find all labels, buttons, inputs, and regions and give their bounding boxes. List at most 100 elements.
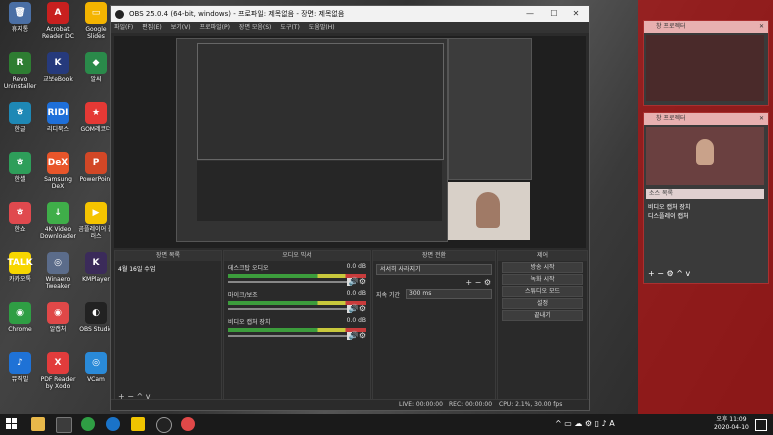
channel-db: 0.0 dB — [346, 263, 366, 270]
app-icon: ◎ — [47, 252, 69, 274]
projector-window-2-title: 창 프로젝터 ✕ — [644, 113, 768, 125]
desktop-icon-label: 카카오톡 — [8, 276, 32, 283]
desktop-icon[interactable]: ㅎ 한셀 — [2, 152, 38, 183]
desktop-icon-label: Revo Uninstaller — [3, 76, 37, 90]
cpu-usage: CPU: 2.1%, 30.00 fps — [499, 401, 563, 408]
controls-panel: 제어 방송 시작 녹화 시작 스튜디오 모드 설정 끝내기 — [497, 250, 588, 404]
desktop-icon-label: 리디북스 — [46, 126, 70, 133]
menu-item[interactable]: 장면 모음(S) — [239, 22, 271, 33]
menu-item[interactable]: 도구(T) — [280, 22, 299, 33]
desktop-icon[interactable]: TALK 카카오톡 — [2, 252, 38, 283]
desktop-icon[interactable]: K 교보eBook — [40, 52, 76, 83]
app-icon: X — [47, 352, 69, 374]
desktop-icon-label: 곰플레이어 플러스 — [78, 226, 114, 240]
desktop-icon[interactable]: R Revo Uninstaller — [2, 52, 38, 90]
desktop-icon[interactable]: ↓ 4K Video Downloader — [40, 202, 76, 240]
notification-icon[interactable] — [755, 419, 767, 431]
control-button[interactable]: 설정 — [502, 298, 583, 309]
app-icon: ㅎ — [9, 152, 31, 174]
projector-window-1[interactable]: 창 프로젝터 ✕ — [643, 20, 769, 106]
source-item[interactable]: 디스플레이 캡처 — [648, 211, 689, 220]
desktop-icon[interactable]: ◎ VCam — [78, 352, 114, 383]
obs-taskbar-icon[interactable] — [156, 417, 172, 433]
transition-select[interactable]: 서서히 사라지기 — [376, 264, 492, 275]
desktop-icon[interactable]: ▭ Google Slides — [78, 2, 114, 40]
speaker-icon[interactable]: 🔊⚙ — [349, 331, 366, 340]
scenes-panel-title: 장면 목록 — [115, 251, 221, 261]
desktop-icon[interactable]: 🗑 휴지통 — [2, 2, 38, 33]
menu-item[interactable]: 편집(E) — [142, 22, 162, 33]
audio-mixer-title: 오디오 믹서 — [224, 251, 370, 261]
desktop-icon[interactable]: ◉ Chrome — [2, 302, 38, 333]
close-icon[interactable]: ✕ — [759, 113, 764, 125]
mixer-channels: 데스크탑 오디오 0.0 dB 🔊⚙ 마이크/보조 0.0 dB 🔊⚙ 비디오 캡처 장… — [224, 261, 370, 342]
duration-input[interactable]: 300 ms — [406, 289, 492, 299]
maximize-icon[interactable]: ☐ — [543, 6, 565, 22]
desktop-icon-label: 휴지통 — [11, 26, 29, 33]
desktop-icon[interactable]: ◆ 알씨 — [78, 52, 114, 83]
volume-slider[interactable] — [228, 305, 352, 313]
desktop-icon[interactable]: ㅎ 한쇼 — [2, 202, 38, 233]
controls-title: 제어 — [498, 251, 587, 261]
source-item[interactable]: 비디오 캡처 장치 — [648, 202, 690, 211]
control-button[interactable]: 방송 시작 — [502, 262, 583, 273]
notes-icon[interactable] — [131, 417, 145, 431]
desktop-icon[interactable]: DeX Samsung DeX — [40, 152, 76, 190]
volume-slider[interactable] — [228, 332, 352, 340]
desktop-icon[interactable]: ★ GOM레코더 — [78, 102, 114, 133]
desktop-icon[interactable]: RIDI 리디북스 — [40, 102, 76, 133]
desktop-icon[interactable]: ◎ Winaero Tweaker — [40, 252, 76, 290]
scene-item[interactable]: 4월 16일 수업 — [115, 261, 221, 276]
desktop-icon-label: Google Slides — [85, 26, 107, 40]
transitions-title: 장면 전환 — [373, 251, 495, 261]
menu-item[interactable]: 도움말(H) — [309, 22, 335, 33]
desktop-icon[interactable]: K KMPlayer — [78, 252, 114, 283]
clock[interactable]: 오후 11:09 2020-04-10 — [714, 416, 749, 432]
volume-meter — [228, 274, 366, 278]
app-icon: 🗑 — [9, 2, 31, 24]
capture-taskbar-icon[interactable] — [181, 417, 195, 431]
minimize-icon[interactable]: — — [519, 6, 541, 22]
desktop-icon[interactable]: P PowerPoint — [78, 152, 114, 183]
app-icon: ◉ — [47, 302, 69, 324]
speaker-icon[interactable]: 🔊⚙ — [349, 304, 366, 313]
file-explorer-icon[interactable] — [31, 417, 45, 431]
desktop-icon[interactable]: ◐ OBS Studio — [78, 302, 114, 333]
desktop-icon[interactable]: ♪ 뮤직빌 — [2, 352, 38, 383]
mixer-channel: 마이크/보조 0.0 dB 🔊⚙ — [224, 288, 370, 315]
store-icon[interactable] — [56, 417, 72, 433]
windows-start-icon[interactable] — [6, 418, 18, 430]
control-button[interactable]: 녹화 시작 — [502, 274, 583, 285]
edge-icon[interactable] — [106, 417, 120, 431]
transition-toolbar[interactable]: + − ⚙ — [373, 278, 495, 287]
desktop-icon[interactable]: A Acrobat Reader DC — [40, 2, 76, 40]
obs-logo-icon — [115, 10, 124, 19]
volume-slider[interactable] — [228, 278, 352, 286]
desktop-icon-label: PDF Reader by Xodo — [40, 376, 76, 390]
person-figure — [696, 139, 714, 165]
tray-icons[interactable]: ^ ▭ ☁ ⚙ ▯ ♪ A — [555, 419, 615, 428]
close-icon[interactable]: ✕ — [565, 6, 587, 22]
app-icon: ◉ — [9, 302, 31, 324]
chrome-icon[interactable] — [81, 417, 95, 431]
desktop-icon[interactable]: ㅎ 한글 — [2, 102, 38, 133]
app-icon: ▭ — [85, 2, 107, 24]
desktop-icon[interactable]: ▶ 곰플레이어 플러스 — [78, 202, 114, 240]
menu-item[interactable]: 보기(V) — [171, 22, 191, 33]
speaker-icon[interactable]: 🔊⚙ — [349, 277, 366, 286]
menu-item[interactable]: 파일(F) — [114, 22, 133, 33]
webcam-preview — [646, 127, 764, 185]
preview-canvas[interactable] — [114, 36, 586, 248]
close-icon[interactable]: ✕ — [759, 21, 764, 33]
scenes-panel: 장면 목록 4월 16일 수업 + − ^ v — [114, 250, 222, 404]
menu-item[interactable]: 프로파일(P) — [200, 22, 230, 33]
projector-window-2[interactable]: 창 프로젝터 ✕ 소스 목록 비디오 캡처 장치 디스플레이 캡처 + − ⚙ … — [643, 112, 769, 284]
desktop-icon-label: OBS Studio — [79, 326, 113, 333]
control-button[interactable]: 스튜디오 모드 — [502, 286, 583, 297]
transitions-panel: 장면 전환 서서히 사라지기 + − ⚙ 지속 기간 300 ms — [372, 250, 496, 404]
desktop-icon[interactable]: ◉ 알캡처 — [40, 302, 76, 333]
control-button[interactable]: 끝내기 — [502, 310, 583, 321]
app-icon: ▶ — [85, 202, 107, 224]
desktop-icon[interactable]: X PDF Reader by Xodo — [40, 352, 76, 390]
obs-window[interactable]: OBS 25.0.4 (64-bit, windows) - 프로파일: 제목없… — [110, 5, 590, 411]
